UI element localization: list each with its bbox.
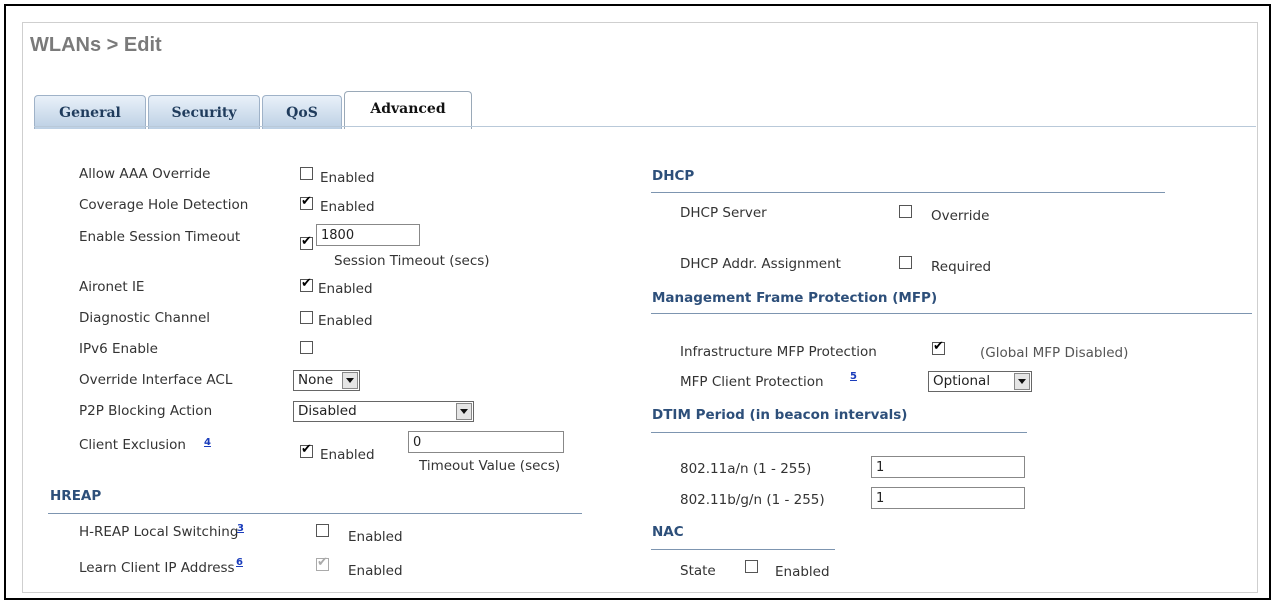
learn-ip-label: Learn Client IP Address xyxy=(79,560,235,576)
dtim-rule xyxy=(651,432,1027,433)
aironet-option: Enabled xyxy=(318,281,373,297)
tab-general[interactable]: General xyxy=(34,95,146,129)
learn-ip-checkbox xyxy=(316,555,329,571)
dhcp-server-checkbox[interactable] xyxy=(899,205,912,218)
chevron-down-icon xyxy=(1014,373,1030,390)
footnote-3-link[interactable]: 3 xyxy=(237,523,244,534)
dhcp-addr-label: DHCP Addr. Assignment xyxy=(680,256,841,272)
nac-heading: NAC xyxy=(652,524,684,540)
dhcp-addr-option: Required xyxy=(931,259,992,275)
dtim-a-input[interactable] xyxy=(871,456,1025,478)
hreap-local-checkbox[interactable] xyxy=(316,524,329,537)
hreap-local-label: H-REAP Local Switching xyxy=(79,524,239,540)
aironet-label: Aironet IE xyxy=(79,279,145,295)
p2p-select-value: Disabled xyxy=(298,403,357,419)
diagnostic-option: Enabled xyxy=(318,313,373,329)
footnote-5-link[interactable]: 5 xyxy=(850,371,857,382)
session-timeout-units: Session Timeout (secs) xyxy=(334,253,490,269)
footnote-6-link[interactable]: 6 xyxy=(236,557,243,568)
nac-state-checkbox[interactable] xyxy=(745,560,758,573)
footnote-4-link[interactable]: 4 xyxy=(204,437,211,448)
acl-select[interactable]: None xyxy=(293,370,360,391)
dhcp-addr-checkbox[interactable] xyxy=(899,256,912,269)
chevron-down-icon xyxy=(456,403,472,420)
session-timeout-label: Enable Session Timeout xyxy=(79,229,241,245)
dhcp-server-label: DHCP Server xyxy=(680,205,767,221)
mfp-client-select-value: Optional xyxy=(933,373,991,389)
dtim-b-input[interactable] xyxy=(871,487,1025,509)
session-timeout-input[interactable] xyxy=(316,224,420,246)
coverage-label: Coverage Hole Detection xyxy=(79,197,249,213)
allow-aaa-checkbox[interactable] xyxy=(300,167,313,180)
tab-qos[interactable]: QoS xyxy=(262,95,342,129)
tab-underline xyxy=(34,126,1256,127)
exclusion-label: Client Exclusion xyxy=(79,437,186,453)
nac-rule xyxy=(651,549,835,550)
exclusion-timeout-input[interactable] xyxy=(408,431,564,453)
acl-label: Override Interface ACL xyxy=(79,372,233,388)
allow-aaa-label: Allow AAA Override xyxy=(79,166,211,182)
allow-aaa-option: Enabled xyxy=(320,170,375,186)
tab-security[interactable]: Security xyxy=(148,95,260,129)
dhcp-server-option: Override xyxy=(931,208,990,224)
exclusion-option: Enabled xyxy=(320,447,375,463)
ipv6-checkbox[interactable] xyxy=(300,341,313,354)
nac-state-option: Enabled xyxy=(775,564,830,580)
page-title: WLANs > Edit xyxy=(30,34,162,56)
hreap-local-option: Enabled xyxy=(348,529,403,545)
chevron-down-icon xyxy=(342,372,358,389)
dtim-b-label: 802.11b/g/n (1 - 255) xyxy=(680,492,825,508)
nac-state-label: State xyxy=(680,563,716,579)
dtim-a-label: 802.11a/n (1 - 255) xyxy=(680,461,812,477)
infra-mfp-checkbox[interactable] xyxy=(932,339,945,355)
global-mfp-note: (Global MFP Disabled) xyxy=(980,345,1129,361)
acl-select-value: None xyxy=(298,372,334,388)
hreap-heading: HREAP xyxy=(50,488,102,504)
coverage-option: Enabled xyxy=(320,199,375,215)
ipv6-label: IPv6 Enable xyxy=(79,341,158,357)
p2p-select[interactable]: Disabled xyxy=(293,401,474,422)
hreap-rule xyxy=(48,513,582,514)
mfp-rule xyxy=(651,313,1252,314)
diagnostic-label: Diagnostic Channel xyxy=(79,310,211,326)
session-timeout-checkbox[interactable] xyxy=(300,234,313,250)
mfp-client-label: MFP Client Protection xyxy=(680,374,824,390)
aironet-checkbox[interactable] xyxy=(300,276,313,292)
mfp-client-select[interactable]: Optional xyxy=(928,371,1032,392)
dtim-heading: DTIM Period (in beacon intervals) xyxy=(652,407,908,423)
exclusion-timeout-units: Timeout Value (secs) xyxy=(419,458,561,474)
mfp-heading: Management Frame Protection (MFP) xyxy=(652,290,938,306)
dhcp-rule xyxy=(651,192,1165,193)
learn-ip-option: Enabled xyxy=(348,563,403,579)
diagnostic-checkbox[interactable] xyxy=(300,311,313,324)
infra-mfp-label: Infrastructure MFP Protection xyxy=(680,344,877,360)
exclusion-checkbox[interactable] xyxy=(300,442,313,458)
dhcp-heading: DHCP xyxy=(652,168,695,184)
coverage-checkbox[interactable] xyxy=(300,194,313,210)
tab-advanced[interactable]: Advanced xyxy=(344,91,472,129)
p2p-label: P2P Blocking Action xyxy=(79,403,213,419)
